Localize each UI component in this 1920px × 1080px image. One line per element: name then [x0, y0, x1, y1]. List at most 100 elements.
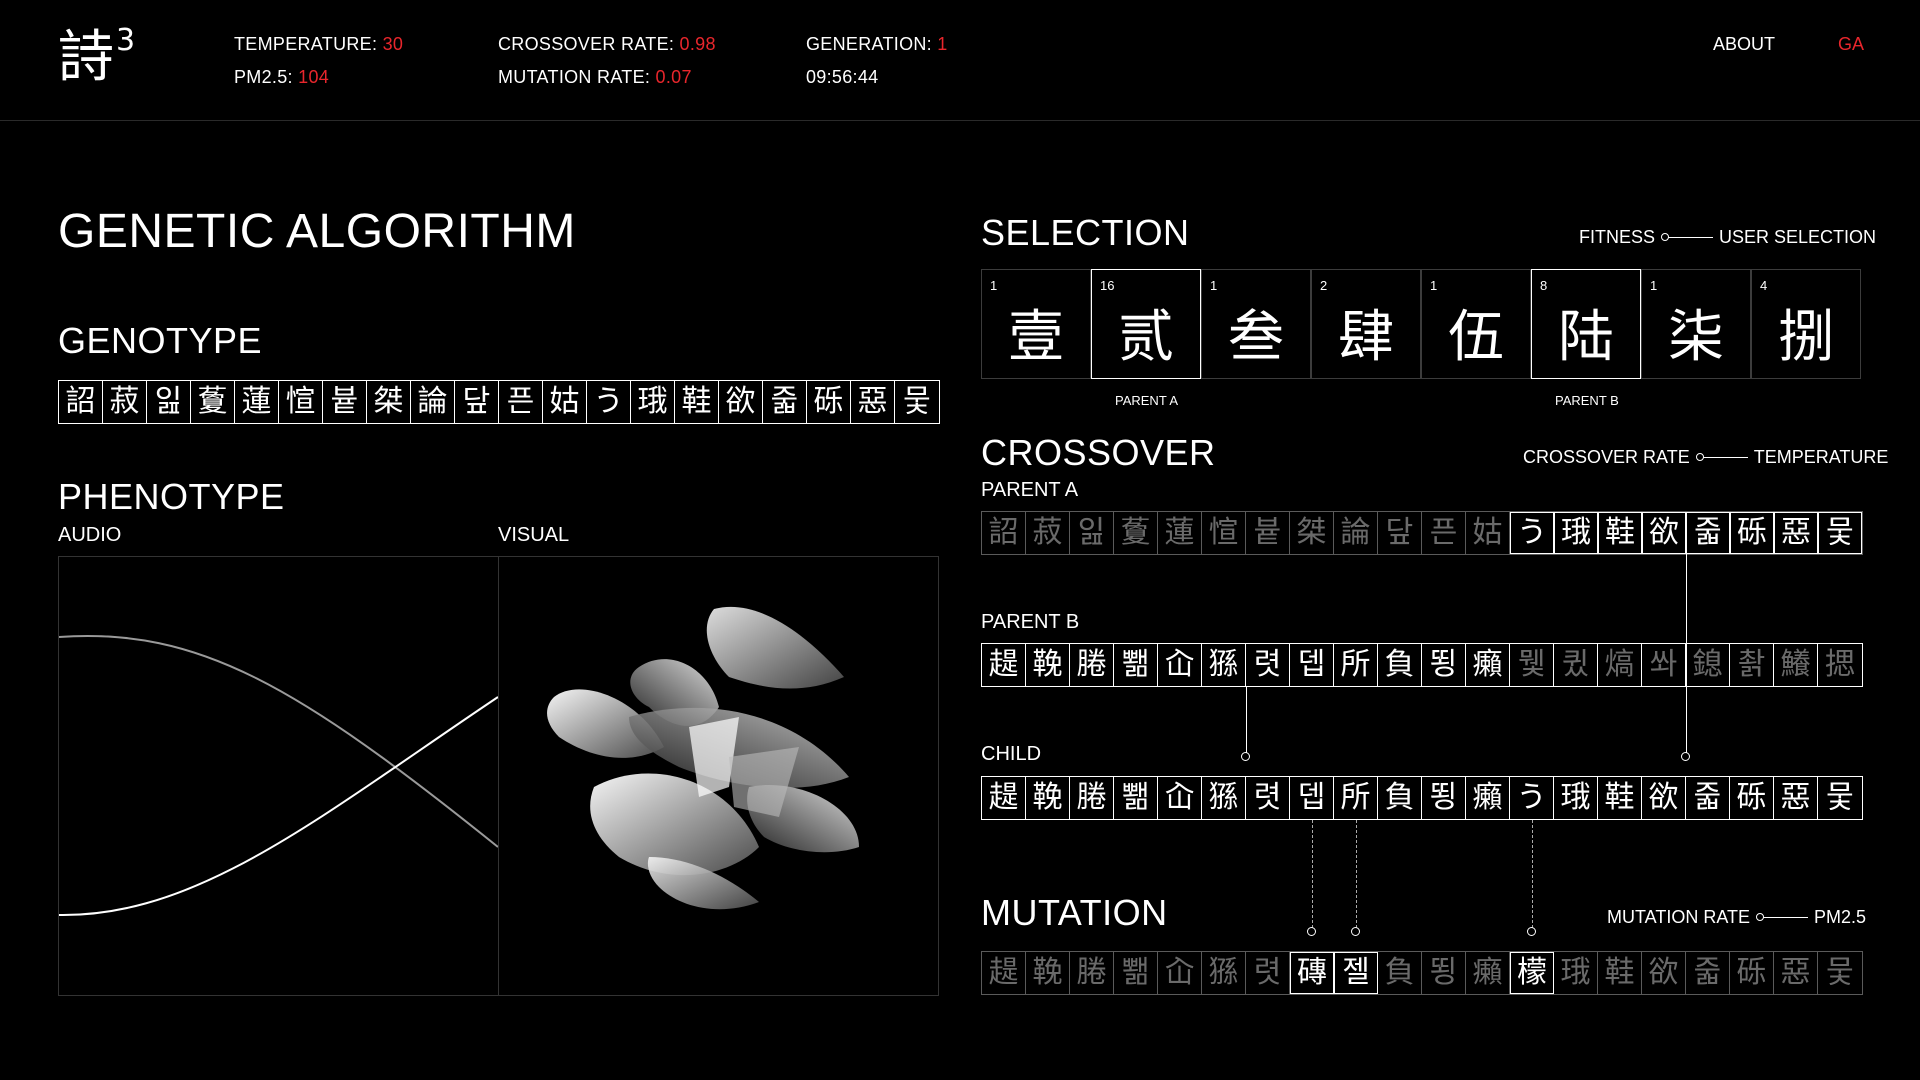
selection-card-1[interactable]: 16 贰: [1091, 269, 1201, 379]
parent-a-gene-15: 欲: [1642, 512, 1686, 554]
child-gene-2: 腃: [1070, 777, 1114, 819]
mutation-gene-1: 鞔: [1026, 952, 1070, 994]
temperature-stat: TEMPERATURE: 30: [234, 34, 404, 54]
logo: 詩3: [58, 23, 136, 90]
crossover-parent-a-label: PARENT A: [981, 479, 1079, 501]
child-gene-6: 렷: [1246, 777, 1290, 819]
candidate-char: 柒: [1668, 305, 1724, 370]
mutation-gene-17: 砾: [1730, 952, 1774, 994]
mutation-gene-16: 줇: [1686, 952, 1730, 994]
child-gene-15: 欲: [1642, 777, 1686, 819]
parent-b-gene-0: 趧: [982, 644, 1026, 686]
child-gene-4: 屳: [1158, 777, 1202, 819]
crossover-point-a-dot: [1681, 752, 1690, 761]
audio-waveform: [58, 634, 499, 917]
crossover-legend: CROSSOVER RATE TEMPERATURE: [1523, 447, 1888, 468]
mutation-strip: 趧鞔腃뾂屳猻렷磚젤負뙹癩檬珴鞋欲줇砾惡뭋: [981, 951, 1863, 995]
selection-card-4[interactable]: 1伍: [1421, 269, 1531, 379]
fitness-score: 1: [1650, 278, 1658, 293]
phenotype-title: PHENOTYPE: [58, 476, 285, 517]
legend-connector-icon: [1695, 453, 1748, 461]
parent-b-gene-15: 쏴: [1642, 644, 1686, 686]
legend-temperature-label: TEMPERATURE: [1753, 447, 1889, 467]
parent-b-gene-14: 熇: [1598, 644, 1642, 686]
nav-ga-link[interactable]: GA: [1838, 34, 1864, 55]
parent-b-gene-4: 屳: [1158, 644, 1202, 686]
parent-b-strip: 趧鞔腃뾂屳猻렷뎁所負뙹癩뮃큈熇쏴鎴촭鱶揌: [981, 643, 1863, 687]
parent-a-gene-9: 닾: [1378, 512, 1422, 554]
genotype-strip: 詔菽잂藑蓮愃븉桀論닾픈姑う珴鞋欲줇砾惡뭋: [58, 380, 940, 424]
child-gene-3: 뾂: [1114, 777, 1158, 819]
genotype-gene-1: 菽: [103, 381, 147, 423]
selection-card-0[interactable]: 1壹: [981, 269, 1091, 379]
child-gene-9: 負: [1378, 777, 1422, 819]
mutation-gene-4: 屳: [1158, 952, 1202, 994]
child-gene-16: 줇: [1686, 777, 1730, 819]
genotype-gene-0: 詔: [59, 381, 103, 423]
mutation-gene-14: 鞋: [1598, 952, 1642, 994]
fitness-score: 8: [1540, 278, 1548, 293]
crossover-title: CROSSOVER: [981, 432, 1216, 473]
selection-card-6[interactable]: 1柒: [1641, 269, 1751, 379]
parent-a-gene-1: 菽: [1026, 512, 1070, 554]
genotype-gene-9: 닾: [455, 381, 499, 423]
candidate-char: 叁: [1228, 305, 1284, 370]
parent-b-gene-19: 揌: [1825, 647, 1855, 682]
legend-mutation-rate-label: MUTATION RATE: [1607, 907, 1750, 927]
mutation-gene-19: 뭋: [1826, 955, 1854, 990]
parent-a-gene-13: 珴: [1554, 512, 1598, 554]
crossover-parent-b-label: PARENT B: [981, 611, 1080, 633]
genotype-gene-14: 鞋: [675, 381, 719, 423]
genotype-gene-19: 뭋: [903, 384, 931, 419]
child-gene-8: 所: [1334, 777, 1378, 819]
child-gene-10: 뙹: [1422, 777, 1466, 819]
genotype-gene-11: 姑: [543, 381, 587, 423]
parent-b-gene-3: 뾂: [1114, 644, 1158, 686]
selection-card-3[interactable]: 2肆: [1311, 269, 1421, 379]
mutation-gene-11: 癩: [1466, 952, 1510, 994]
legend-crossover-rate-label: CROSSOVER RATE: [1523, 447, 1690, 467]
parent-b-gene-1: 鞔: [1026, 644, 1070, 686]
mutation-dot-9: [1351, 927, 1360, 936]
mutation-gene-18: 惡: [1774, 952, 1818, 994]
genotype-gene-16: 줇: [763, 381, 807, 423]
top-bar: 詩3 TEMPERATURE: 30 PM2.5: 104 CROSSOVER …: [0, 0, 1920, 121]
fitness-score: 2: [1320, 278, 1328, 293]
candidate-char: 捌: [1778, 305, 1834, 370]
parent-a-gene-10: 픈: [1422, 512, 1466, 554]
selection-card-5[interactable]: 8陆: [1531, 269, 1641, 379]
child-gene-19: 뭋: [1826, 780, 1854, 815]
genotype-gene-6: 븉: [323, 381, 367, 423]
fitness-score: 1: [1430, 278, 1438, 293]
genotype-gene-5: 愃: [279, 381, 323, 423]
genotype-gene-3: 藑: [191, 381, 235, 423]
genotype-title: GENOTYPE: [58, 320, 263, 361]
nav-about-link[interactable]: ABOUT: [1713, 34, 1775, 55]
child-gene-0: 趧: [982, 777, 1026, 819]
parent-a-gene-16: 줇: [1686, 512, 1730, 554]
parent-a-gene-2: 잂: [1070, 512, 1114, 554]
parent-a-gene-8: 論: [1334, 512, 1378, 554]
parent-a-gene-4: 蓮: [1158, 512, 1202, 554]
parent-b-gene-12: 뮃: [1510, 644, 1554, 686]
selection-card-7[interactable]: 4捌: [1751, 269, 1861, 379]
mutation-gene-7: 磚: [1290, 952, 1334, 994]
mutation-link-8: [1312, 820, 1313, 928]
fitness-score: 4: [1760, 278, 1768, 293]
selection-card-2[interactable]: 1叁: [1201, 269, 1311, 379]
visual-label: VISUAL: [498, 524, 570, 546]
mutation-gene-9: 負: [1378, 952, 1422, 994]
parent-a-gene-0: 詔: [982, 512, 1026, 554]
legend-connector-icon: [1661, 233, 1714, 241]
crossover-rate-stat: CROSSOVER RATE: 0.98: [498, 34, 716, 54]
parent-a-gene-5: 愃: [1202, 512, 1246, 554]
fitness-score: 1: [1210, 278, 1218, 293]
child-gene-14: 鞋: [1598, 777, 1642, 819]
parent-b-gene-13: 큈: [1554, 644, 1598, 686]
candidate-char: 伍: [1448, 305, 1504, 370]
parent-b-tag: PARENT B: [1555, 393, 1619, 408]
genotype-gene-15: 欲: [719, 381, 763, 423]
mutation-gene-8: 젤: [1334, 952, 1378, 994]
parent-b-gene-11: 癩: [1466, 644, 1510, 686]
child-gene-13: 珴: [1554, 777, 1598, 819]
